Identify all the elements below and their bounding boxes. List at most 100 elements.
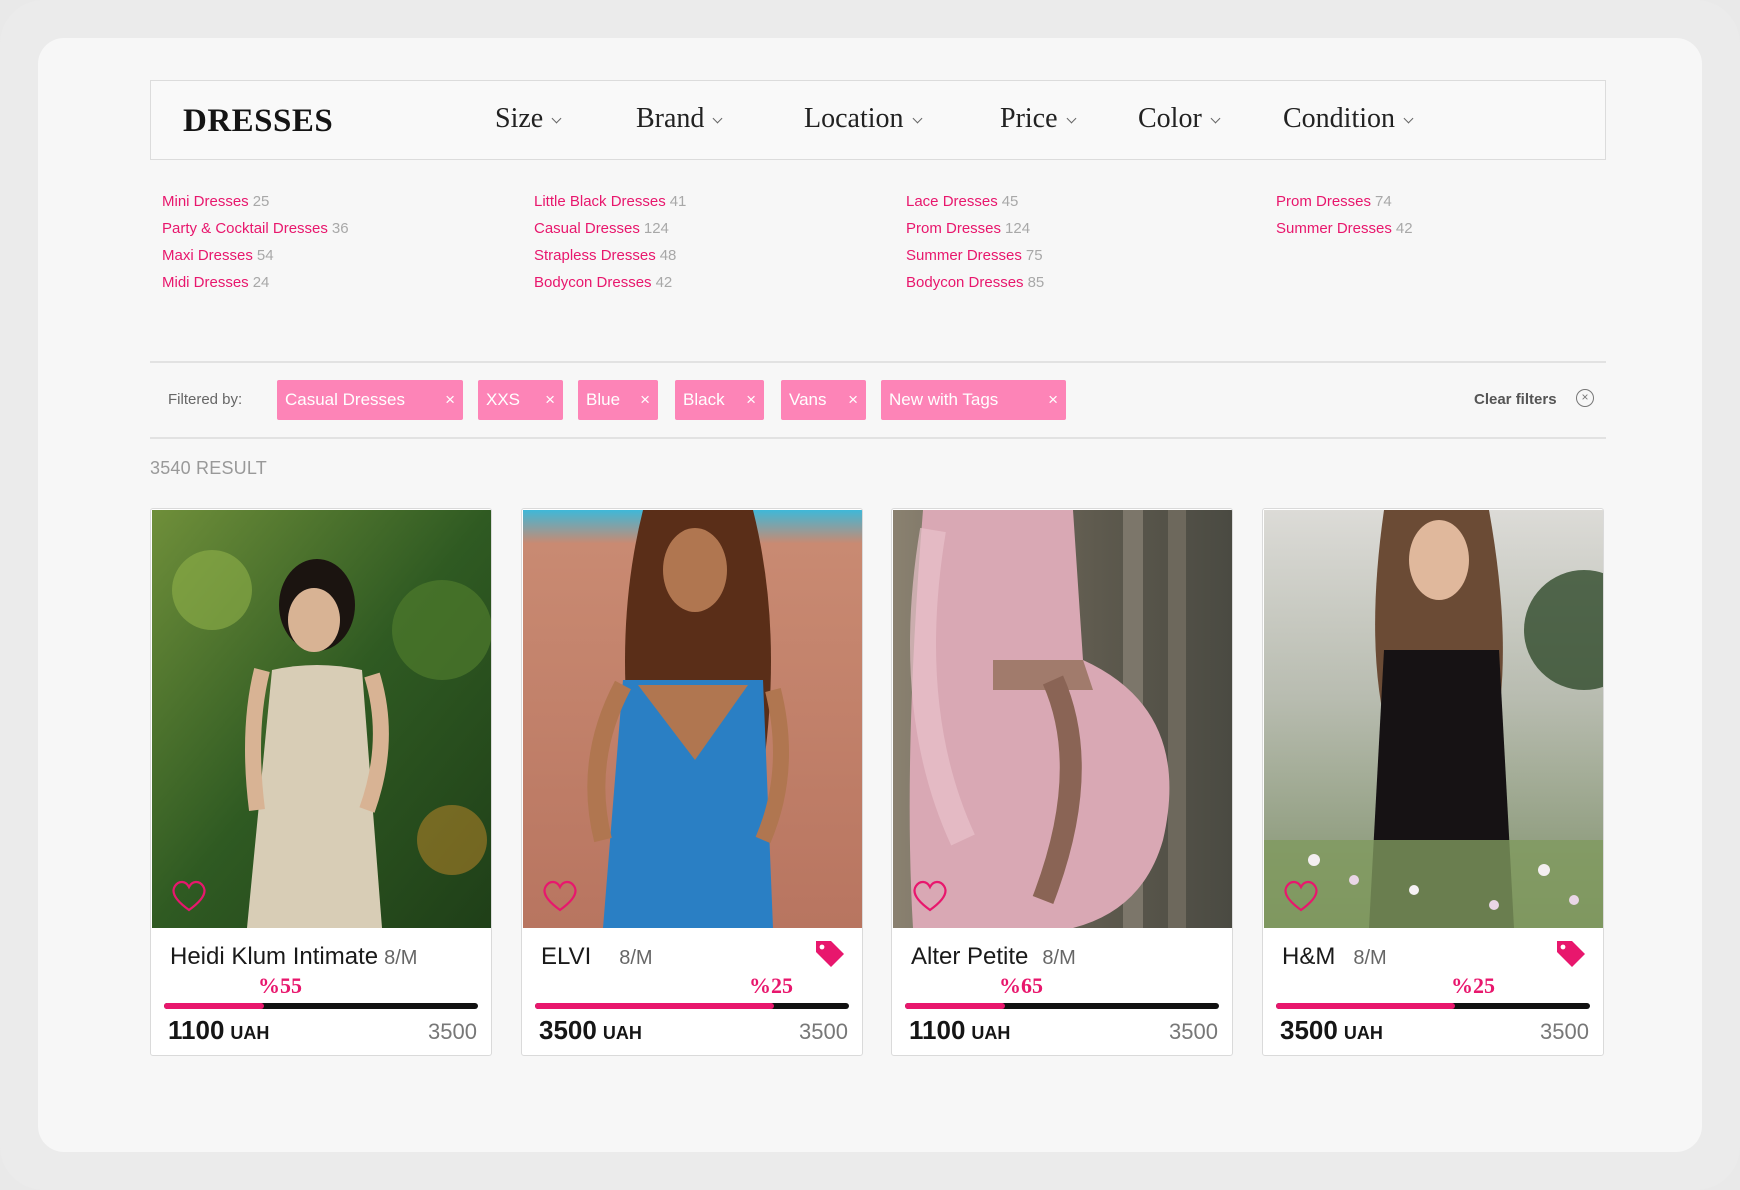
chevron-down-icon: [1403, 113, 1414, 124]
color-filter-label: Color: [1138, 103, 1202, 134]
category-label: Prom Dresses: [906, 220, 1002, 237]
device-frame: DRESSES Size Brand Location Price Color …: [0, 0, 1740, 1190]
category-link[interactable]: Summer Dresses 75: [906, 242, 1044, 269]
category-link[interactable]: Summer Dresses 42: [1276, 215, 1413, 242]
category-count: 85: [1027, 274, 1045, 291]
product-card[interactable]: ELVI 8/M %25 3500 UAH 3500: [521, 508, 863, 1056]
category-label: Midi Dresses: [162, 274, 249, 291]
filter-chip-blue[interactable]: Blue ×: [578, 380, 658, 420]
product-info: Heidi Klum Intimate 8/M %55 1100 UAH 3500: [151, 929, 491, 1055]
close-icon[interactable]: ×: [640, 380, 650, 420]
category-count: 54: [256, 247, 274, 264]
price-currency: UAH: [602, 1023, 642, 1043]
chevron-down-icon: [551, 113, 562, 124]
product-size: 8/M: [619, 947, 653, 969]
product-photo[interactable]: [893, 510, 1233, 928]
clear-circle-icon[interactable]: ×: [1576, 389, 1594, 407]
discount-label: %65: [999, 973, 1043, 998]
location-filter-dropdown[interactable]: Location: [804, 103, 922, 135]
discount-progress-track: [535, 1003, 849, 1009]
sale-tag-icon: [1557, 941, 1585, 967]
category-link[interactable]: Maxi Dresses 54: [162, 242, 349, 269]
brand-name: Alter Petite: [911, 943, 1029, 970]
filter-chip-new-with-tags[interactable]: New with Tags ×: [881, 380, 1066, 420]
heart-icon[interactable]: [540, 877, 580, 913]
close-icon[interactable]: ×: [545, 380, 555, 420]
brand-filter-dropdown[interactable]: Brand: [636, 103, 723, 135]
condition-filter-label: Condition: [1283, 103, 1396, 134]
category-label: Maxi Dresses: [162, 247, 253, 264]
discount-progress-fill: [1276, 1003, 1455, 1009]
color-filter-dropdown[interactable]: Color: [1138, 103, 1221, 135]
product-brand: Alter Petite 8/M: [911, 943, 1076, 971]
category-label: Bodycon Dresses: [906, 274, 1024, 291]
discount-label: %25: [1451, 973, 1495, 998]
category-label: Little Black Dresses: [534, 193, 666, 210]
filter-chip-vans[interactable]: Vans ×: [781, 380, 866, 420]
category-label: Strapless Dresses: [534, 247, 656, 264]
category-label: Summer Dresses: [1276, 220, 1392, 237]
close-icon[interactable]: ×: [848, 380, 858, 420]
category-link[interactable]: Lace Dresses 45: [906, 188, 1044, 215]
category-link[interactable]: Bodycon Dresses 42: [534, 269, 686, 296]
brand-name: H&M: [1282, 943, 1336, 970]
filter-chip-xxs[interactable]: XXS ×: [478, 380, 563, 420]
chip-label: Black: [683, 390, 725, 409]
product-brand: H&M 8/M: [1282, 943, 1387, 971]
category-link[interactable]: Casual Dresses 124: [534, 215, 686, 242]
current-price: 1100 UAH: [909, 1015, 1010, 1046]
category-column: Little Black Dresses 41 Casual Dresses 124…: [534, 188, 686, 296]
heart-icon[interactable]: [910, 877, 950, 913]
close-icon[interactable]: ×: [1048, 380, 1058, 420]
clear-filters-button[interactable]: Clear filters: [1474, 391, 1557, 408]
price-currency: UAH: [230, 1023, 270, 1043]
product-card[interactable]: Alter Petite 8/M %65 1100 UAH 3500: [891, 508, 1233, 1056]
product-size: 8/M: [384, 947, 418, 969]
category-link[interactable]: Bodycon Dresses 85: [906, 269, 1044, 296]
product-photo[interactable]: [523, 510, 863, 928]
price-filter-dropdown[interactable]: Price: [1000, 103, 1076, 135]
filter-header: DRESSES Size Brand Location Price Color …: [150, 80, 1606, 160]
product-brand: ELVI 8/M: [541, 943, 653, 971]
category-label: Prom Dresses: [1276, 193, 1372, 210]
size-filter-label: Size: [495, 103, 544, 134]
category-link[interactable]: Little Black Dresses 41: [534, 188, 686, 215]
category-link[interactable]: Prom Dresses 124: [906, 215, 1044, 242]
discount-progress-track: [164, 1003, 478, 1009]
heart-icon[interactable]: [1281, 877, 1321, 913]
category-link[interactable]: Strapless Dresses 48: [534, 242, 686, 269]
category-link[interactable]: Mini Dresses 25: [162, 188, 349, 215]
filter-menu: Size Brand Location Price Color Conditio…: [151, 103, 1605, 139]
category-label: Lace Dresses: [906, 193, 998, 210]
filter-chip-black[interactable]: Black ×: [675, 380, 764, 420]
category-links: Mini Dresses 25 Party & Cocktail Dresses 3…: [150, 188, 1606, 298]
chevron-down-icon: [912, 113, 922, 124]
product-card[interactable]: H&M 8/M %25 3500 UAH 3500: [1262, 508, 1604, 1056]
app-screen: DRESSES Size Brand Location Price Color …: [38, 38, 1702, 1152]
category-link[interactable]: Prom Dresses 74: [1276, 188, 1413, 215]
close-icon[interactable]: ×: [445, 380, 455, 420]
close-icon[interactable]: ×: [746, 380, 756, 420]
category-link[interactable]: Midi Dresses 24: [162, 269, 349, 296]
product-info: H&M 8/M %25 3500 UAH 3500: [1263, 929, 1603, 1055]
discount-label: %25: [749, 973, 793, 998]
product-card[interactable]: Heidi Klum Intimate 8/M %55 1100 UAH 3500: [150, 508, 492, 1056]
category-count: 25: [252, 193, 270, 210]
price-value: 1100: [909, 1015, 966, 1045]
product-photo[interactable]: [1264, 510, 1604, 928]
heart-icon[interactable]: [169, 877, 209, 913]
category-count: 42: [655, 274, 673, 291]
category-column: Lace Dresses 45 Prom Dresses 124 Summer Dr…: [906, 188, 1044, 296]
discount-progress-fill: [905, 1003, 1006, 1009]
condition-filter-dropdown[interactable]: Condition: [1283, 103, 1414, 135]
category-count: 41: [669, 193, 687, 210]
price-value: 3500: [539, 1015, 597, 1045]
filter-chip-casual-dresses[interactable]: Casual Dresses ×: [277, 380, 463, 420]
size-filter-dropdown[interactable]: Size: [495, 103, 562, 135]
original-price: 3500: [428, 1019, 477, 1044]
price-value: 1100: [168, 1015, 225, 1045]
location-filter-label: Location: [804, 103, 904, 134]
product-photo[interactable]: [152, 510, 492, 928]
chip-label: XXS: [486, 390, 521, 409]
category-link[interactable]: Party & Cocktail Dresses 36: [162, 215, 349, 242]
